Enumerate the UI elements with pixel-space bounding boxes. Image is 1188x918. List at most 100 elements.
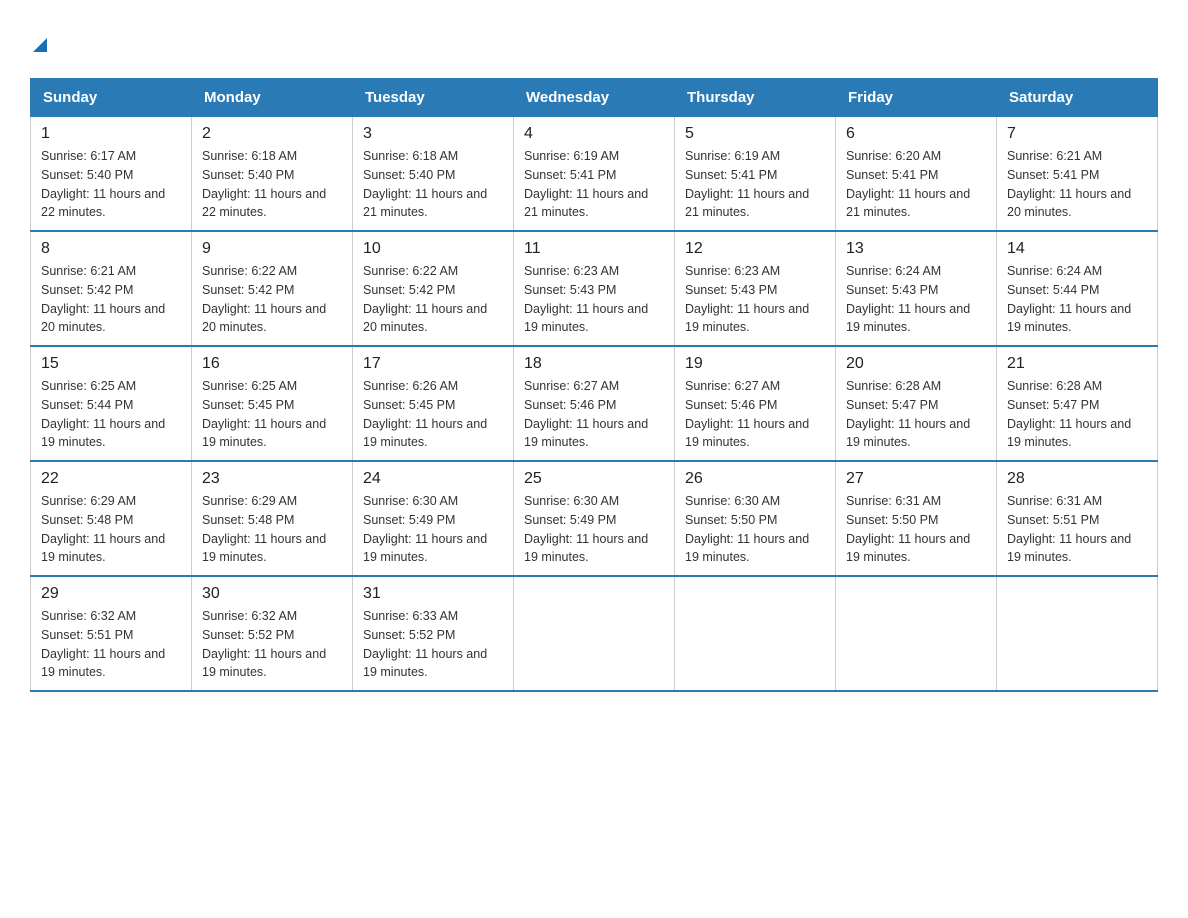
- day-number: 7: [1007, 125, 1147, 143]
- calendar-cell: 1 Sunrise: 6:17 AMSunset: 5:40 PMDaylight…: [31, 117, 192, 232]
- day-number: 23: [202, 470, 342, 488]
- calendar-body: 1 Sunrise: 6:17 AMSunset: 5:40 PMDaylight…: [31, 117, 1158, 692]
- calendar-cell: 13Sunrise: 6:24 AMSunset: 5:43 PMDayligh…: [836, 231, 997, 346]
- calendar-cell: 21Sunrise: 6:28 AMSunset: 5:47 PMDayligh…: [997, 346, 1158, 461]
- day-info: Sunrise: 6:25 AMSunset: 5:44 PMDaylight:…: [41, 377, 181, 452]
- day-info: Sunrise: 6:23 AMSunset: 5:43 PMDaylight:…: [524, 262, 664, 337]
- calendar-cell: 16Sunrise: 6:25 AMSunset: 5:45 PMDayligh…: [192, 346, 353, 461]
- day-number: 4: [524, 125, 664, 143]
- day-number: 10: [363, 240, 503, 258]
- day-number: 27: [846, 470, 986, 488]
- day-info: Sunrise: 6:30 AMSunset: 5:49 PMDaylight:…: [363, 492, 503, 567]
- column-header-tuesday: Tuesday: [353, 79, 514, 117]
- calendar-cell: 8 Sunrise: 6:21 AMSunset: 5:42 PMDaylight…: [31, 231, 192, 346]
- calendar-cell: [997, 576, 1158, 691]
- calendar-cell: 10 Sunrise: 6:22 AMSunset: 5:42 PMDayligh…: [353, 231, 514, 346]
- day-info: Sunrise: 6:30 AMSunset: 5:50 PMDaylight:…: [685, 492, 825, 567]
- day-number: 1: [41, 125, 181, 143]
- column-header-friday: Friday: [836, 79, 997, 117]
- calendar-cell: [836, 576, 997, 691]
- day-number: 26: [685, 470, 825, 488]
- calendar-cell: 2Sunrise: 6:18 AMSunset: 5:40 PMDaylight…: [192, 117, 353, 232]
- calendar-cell: 19Sunrise: 6:27 AMSunset: 5:46 PMDayligh…: [675, 346, 836, 461]
- calendar-cell: 18 Sunrise: 6:27 AMSunset: 5:46 PMDayligh…: [514, 346, 675, 461]
- calendar-cell: 14Sunrise: 6:24 AMSunset: 5:44 PMDayligh…: [997, 231, 1158, 346]
- calendar-cell: 7 Sunrise: 6:21 AMSunset: 5:41 PMDaylight…: [997, 117, 1158, 232]
- header: [30, 30, 1158, 58]
- day-info: Sunrise: 6:18 AMSunset: 5:40 PMDaylight:…: [363, 147, 503, 222]
- calendar-cell: 20 Sunrise: 6:28 AMSunset: 5:47 PMDayligh…: [836, 346, 997, 461]
- day-info: Sunrise: 6:19 AMSunset: 5:41 PMDaylight:…: [685, 147, 825, 222]
- day-number: 25: [524, 470, 664, 488]
- day-info: Sunrise: 6:25 AMSunset: 5:45 PMDaylight:…: [202, 377, 342, 452]
- day-info: Sunrise: 6:19 AMSunset: 5:41 PMDaylight:…: [524, 147, 664, 222]
- calendar-cell: 9Sunrise: 6:22 AMSunset: 5:42 PMDaylight…: [192, 231, 353, 346]
- day-number: 15: [41, 355, 181, 373]
- day-info: Sunrise: 6:33 AMSunset: 5:52 PMDaylight:…: [363, 607, 503, 682]
- day-info: Sunrise: 6:28 AMSunset: 5:47 PMDaylight:…: [846, 377, 986, 452]
- calendar-cell: 3 Sunrise: 6:18 AMSunset: 5:40 PMDaylight…: [353, 117, 514, 232]
- calendar-cell: 23Sunrise: 6:29 AMSunset: 5:48 PMDayligh…: [192, 461, 353, 576]
- day-number: 9: [202, 240, 342, 258]
- calendar-cell: 28 Sunrise: 6:31 AMSunset: 5:51 PMDayligh…: [997, 461, 1158, 576]
- day-number: 22: [41, 470, 181, 488]
- day-info: Sunrise: 6:32 AMSunset: 5:51 PMDaylight:…: [41, 607, 181, 682]
- day-info: Sunrise: 6:27 AMSunset: 5:46 PMDaylight:…: [685, 377, 825, 452]
- calendar-cell: 5 Sunrise: 6:19 AMSunset: 5:41 PMDaylight…: [675, 117, 836, 232]
- day-info: Sunrise: 6:29 AMSunset: 5:48 PMDaylight:…: [41, 492, 181, 567]
- calendar-cell: 6 Sunrise: 6:20 AMSunset: 5:41 PMDaylight…: [836, 117, 997, 232]
- calendar-week-row: 1 Sunrise: 6:17 AMSunset: 5:40 PMDaylight…: [31, 117, 1158, 232]
- day-info: Sunrise: 6:21 AMSunset: 5:41 PMDaylight:…: [1007, 147, 1147, 222]
- calendar-cell: 15 Sunrise: 6:25 AMSunset: 5:44 PMDayligh…: [31, 346, 192, 461]
- logo-triangle-icon: [33, 38, 47, 52]
- day-number: 17: [363, 355, 503, 373]
- calendar-cell: 22 Sunrise: 6:29 AMSunset: 5:48 PMDayligh…: [31, 461, 192, 576]
- calendar-table: SundayMondayTuesdayWednesdayThursdayFrid…: [30, 78, 1158, 692]
- column-header-monday: Monday: [192, 79, 353, 117]
- day-info: Sunrise: 6:27 AMSunset: 5:46 PMDaylight:…: [524, 377, 664, 452]
- calendar-cell: 29 Sunrise: 6:32 AMSunset: 5:51 PMDayligh…: [31, 576, 192, 691]
- calendar-cell: 4 Sunrise: 6:19 AMSunset: 5:41 PMDaylight…: [514, 117, 675, 232]
- day-info: Sunrise: 6:18 AMSunset: 5:40 PMDaylight:…: [202, 147, 342, 222]
- day-number: 14: [1007, 240, 1147, 258]
- calendar-cell: 31 Sunrise: 6:33 AMSunset: 5:52 PMDayligh…: [353, 576, 514, 691]
- calendar-cell: 24 Sunrise: 6:30 AMSunset: 5:49 PMDayligh…: [353, 461, 514, 576]
- day-number: 20: [846, 355, 986, 373]
- calendar-cell: 30Sunrise: 6:32 AMSunset: 5:52 PMDayligh…: [192, 576, 353, 691]
- logo: [30, 30, 47, 58]
- calendar-cell: 17 Sunrise: 6:26 AMSunset: 5:45 PMDayligh…: [353, 346, 514, 461]
- day-info: Sunrise: 6:26 AMSunset: 5:45 PMDaylight:…: [363, 377, 503, 452]
- day-number: 28: [1007, 470, 1147, 488]
- day-number: 29: [41, 585, 181, 603]
- day-info: Sunrise: 6:31 AMSunset: 5:51 PMDaylight:…: [1007, 492, 1147, 567]
- day-number: 18: [524, 355, 664, 373]
- calendar-cell: 27 Sunrise: 6:31 AMSunset: 5:50 PMDayligh…: [836, 461, 997, 576]
- day-number: 24: [363, 470, 503, 488]
- day-number: 12: [685, 240, 825, 258]
- day-info: Sunrise: 6:30 AMSunset: 5:49 PMDaylight:…: [524, 492, 664, 567]
- day-number: 3: [363, 125, 503, 143]
- calendar-week-row: 22 Sunrise: 6:29 AMSunset: 5:48 PMDayligh…: [31, 461, 1158, 576]
- calendar-cell: [675, 576, 836, 691]
- day-number: 5: [685, 125, 825, 143]
- day-number: 31: [363, 585, 503, 603]
- calendar-week-row: 8 Sunrise: 6:21 AMSunset: 5:42 PMDaylight…: [31, 231, 1158, 346]
- day-info: Sunrise: 6:28 AMSunset: 5:47 PMDaylight:…: [1007, 377, 1147, 452]
- calendar-cell: 25 Sunrise: 6:30 AMSunset: 5:49 PMDayligh…: [514, 461, 675, 576]
- calendar-cell: 12 Sunrise: 6:23 AMSunset: 5:43 PMDayligh…: [675, 231, 836, 346]
- day-number: 8: [41, 240, 181, 258]
- day-info: Sunrise: 6:20 AMSunset: 5:41 PMDaylight:…: [846, 147, 986, 222]
- calendar-header-row: SundayMondayTuesdayWednesdayThursdayFrid…: [31, 79, 1158, 117]
- calendar-cell: [514, 576, 675, 691]
- calendar-week-row: 29 Sunrise: 6:32 AMSunset: 5:51 PMDayligh…: [31, 576, 1158, 691]
- day-info: Sunrise: 6:22 AMSunset: 5:42 PMDaylight:…: [363, 262, 503, 337]
- day-info: Sunrise: 6:17 AMSunset: 5:40 PMDaylight:…: [41, 147, 181, 222]
- day-number: 11: [524, 240, 664, 258]
- column-header-wednesday: Wednesday: [514, 79, 675, 117]
- day-info: Sunrise: 6:31 AMSunset: 5:50 PMDaylight:…: [846, 492, 986, 567]
- calendar-cell: 26 Sunrise: 6:30 AMSunset: 5:50 PMDayligh…: [675, 461, 836, 576]
- column-header-sunday: Sunday: [31, 79, 192, 117]
- day-info: Sunrise: 6:21 AMSunset: 5:42 PMDaylight:…: [41, 262, 181, 337]
- day-info: Sunrise: 6:23 AMSunset: 5:43 PMDaylight:…: [685, 262, 825, 337]
- day-number: 6: [846, 125, 986, 143]
